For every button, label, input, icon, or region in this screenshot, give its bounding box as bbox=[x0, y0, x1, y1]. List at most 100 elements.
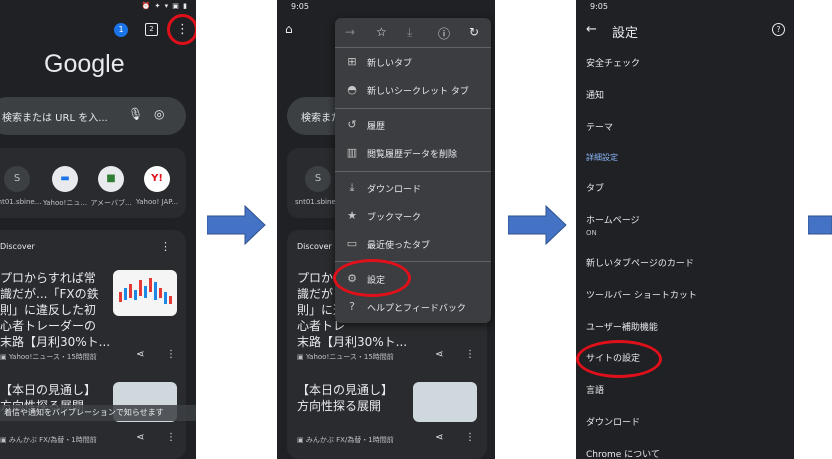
lens-icon[interactable]: ◎ bbox=[154, 107, 164, 121]
info-icon[interactable]: ⓘ bbox=[438, 25, 450, 42]
menu-item-bookmarks[interactable]: ★ ブックマーク bbox=[335, 202, 491, 230]
title-line: 末路【月利30%ト... bbox=[297, 335, 408, 349]
menu-item-new-tab[interactable]: ⊞ 新しいタブ bbox=[335, 48, 491, 76]
setting-safety-check[interactable]: 安全チェック bbox=[576, 56, 794, 69]
shortcut-tile[interactable]: ■ アメーバブ... bbox=[88, 166, 134, 208]
menu-item-downloads[interactable]: ⤓ ダウンロード bbox=[335, 174, 491, 202]
menu-item-clear-data[interactable]: ▥ 閲覧履歴データを削除 bbox=[335, 139, 491, 167]
article-source: ▣ Yahoo!ニュース・15時間前 bbox=[297, 353, 394, 361]
title-line: 心者トレーダーの bbox=[0, 319, 97, 333]
forward-icon[interactable]: → bbox=[345, 25, 355, 39]
history-icon: ↺ bbox=[347, 118, 357, 131]
setting-ntp-cards[interactable]: 新しいタブページのカード bbox=[576, 256, 794, 269]
setting-downloads[interactable]: ダウンロード bbox=[576, 415, 794, 428]
share-icon[interactable]: ⋖ bbox=[435, 349, 443, 360]
screen-settings: 9:05 ← 設定 ? 安全チェック 通知 テーマ 詳細設定 タブ ホームページ… bbox=[576, 0, 794, 459]
bookmark-star-icon[interactable]: ☆ bbox=[376, 25, 387, 39]
star-icon: ★ bbox=[347, 209, 357, 222]
share-icon[interactable]: ⋖ bbox=[435, 432, 443, 443]
status-bar: ⏰ ✦ ▾ ▣ ▮ bbox=[0, 0, 196, 14]
devices-icon: ▭ bbox=[346, 237, 358, 250]
menu-item-recent-tabs[interactable]: ▭ 最近使ったタブ bbox=[335, 230, 491, 258]
shortcut-tile[interactable]: ▬ Yahoo!ニュ... bbox=[42, 166, 88, 208]
new-tab-icon: ⊞ bbox=[347, 55, 357, 68]
article-source: ▣ Yahoo!ニュース・15時間前 bbox=[0, 353, 97, 361]
status-bar: 9:05 bbox=[277, 0, 495, 14]
article-thumbnail[interactable] bbox=[413, 382, 477, 422]
back-arrow-icon[interactable]: ← bbox=[586, 22, 597, 37]
menu-divider bbox=[335, 108, 491, 109]
article-more-button[interactable]: ⋮ bbox=[166, 432, 176, 443]
shortcut-tile[interactable]: Ssnt01.sbine... bbox=[0, 166, 42, 206]
screen-chrome-menu: 9:05 ⌂ 検索また Ssnt01.sbine... Discover プロか… bbox=[277, 0, 495, 459]
title-line: 則」に違反した初 bbox=[0, 303, 97, 317]
article-more-button[interactable]: ⋮ bbox=[166, 349, 176, 360]
menu-item-incognito[interactable]: ◓ 新しいシークレット タブ bbox=[335, 76, 491, 104]
account-badge[interactable]: 1 bbox=[114, 23, 128, 37]
setting-notifications[interactable]: 通知 bbox=[576, 88, 794, 101]
help-icon: ? bbox=[349, 300, 355, 313]
setting-homepage[interactable]: ホームページ ON bbox=[576, 213, 794, 237]
google-logo: Google bbox=[44, 50, 125, 78]
status-bar: 9:05 bbox=[576, 0, 794, 14]
menu-label: 最近使ったタブ bbox=[367, 241, 431, 251]
download-icon: ⤓ bbox=[349, 181, 355, 194]
page-title: 設定 bbox=[612, 26, 639, 41]
menu-item-help[interactable]: ? ヘルプとフィードバック bbox=[335, 293, 491, 321]
menu-label: ダウンロード bbox=[367, 185, 422, 195]
highlight-more-menu bbox=[167, 14, 196, 45]
source-text: Yahoo!ニュース・15時間前 bbox=[305, 353, 394, 361]
setting-toolbar-shortcut[interactable]: ツールバー ショートカット bbox=[576, 288, 794, 301]
shortcut-label: アメーバブ... bbox=[90, 199, 132, 207]
download-page-icon[interactable]: ⤓ bbox=[407, 25, 412, 40]
share-icon[interactable]: ⋖ bbox=[136, 349, 144, 360]
source-text: Yahoo!ニュース・15時間前 bbox=[8, 353, 97, 361]
incognito-icon: ◓ bbox=[347, 83, 357, 96]
setting-tabs[interactable]: タブ bbox=[576, 181, 794, 194]
status-icons: ⏰ ✦ ▾ ▣ ▮ bbox=[141, 2, 188, 10]
article-more-button[interactable]: ⋮ bbox=[465, 432, 475, 443]
article-title[interactable]: プロからすれば常 識だが...「FXの鉄 則」に違反した初 心者トレーダーの 末… bbox=[0, 270, 112, 350]
title-line: 【本日の見通し】 bbox=[297, 383, 394, 397]
status-time: 9:05 bbox=[590, 2, 608, 11]
flow-arrow-icon bbox=[508, 205, 567, 245]
shortcut-label: snt01.sbine... bbox=[0, 198, 42, 206]
home-icon[interactable]: ⌂ bbox=[285, 22, 293, 36]
menu-divider bbox=[335, 171, 491, 172]
article-source: ▣ みんかぶ FX/為替・1時間前 bbox=[297, 436, 394, 444]
mic-icon[interactable]: 🎙 bbox=[128, 107, 143, 121]
article-title[interactable]: 【本日の見通し】 方向性探る展開 bbox=[297, 382, 409, 414]
search-box[interactable]: 検索または URL を入... 🎙 ◎ bbox=[0, 97, 186, 135]
status-time: 9:05 bbox=[291, 2, 309, 11]
menu-label: 閲覧履歴データを削除 bbox=[367, 150, 458, 160]
title-line: 【本日の見通し】 bbox=[0, 383, 97, 397]
share-icon[interactable]: ⋖ bbox=[136, 432, 144, 443]
help-icon[interactable]: ? bbox=[772, 23, 785, 36]
shortcut-tile[interactable]: Y! Yahoo! JAP... bbox=[134, 166, 180, 206]
setting-theme[interactable]: テーマ bbox=[576, 120, 794, 133]
setting-accessibility[interactable]: ユーザー補助機能 bbox=[576, 320, 794, 333]
site-icon: S bbox=[4, 166, 30, 192]
source-text: みんかぶ FX/為替・1時間前 bbox=[305, 436, 394, 444]
site-icon: S bbox=[305, 166, 331, 192]
search-input[interactable]: 検索または URL を入... bbox=[2, 109, 108, 124]
article-thumbnail-chart[interactable] bbox=[113, 270, 177, 316]
flow-arrow-icon bbox=[207, 205, 266, 245]
discover-label: Discover bbox=[297, 242, 332, 251]
discover-more-button[interactable]: ⋮ bbox=[160, 240, 171, 253]
tab-switcher-button[interactable]: 2 bbox=[145, 23, 158, 36]
menu-label: 履歴 bbox=[367, 122, 386, 132]
title-line: 方向性探る展開 bbox=[297, 399, 382, 413]
discover-label: Discover bbox=[0, 242, 35, 251]
menu-label: 新しいシークレット タブ bbox=[367, 87, 469, 97]
highlight-settings bbox=[333, 259, 411, 297]
trash-icon: ▥ bbox=[346, 146, 358, 159]
setting-about-chrome[interactable]: Chrome について bbox=[576, 447, 794, 459]
menu-label: ブックマーク bbox=[367, 213, 422, 223]
shortcut-label: Yahoo! JAP... bbox=[135, 198, 179, 206]
reload-icon[interactable]: ↻ bbox=[469, 25, 479, 39]
setting-languages[interactable]: 言語 bbox=[576, 383, 794, 396]
title-line: 識だが...「FXの鉄 bbox=[0, 287, 99, 301]
article-more-button[interactable]: ⋮ bbox=[465, 349, 475, 360]
menu-item-history[interactable]: ↺ 履歴 bbox=[335, 111, 491, 139]
